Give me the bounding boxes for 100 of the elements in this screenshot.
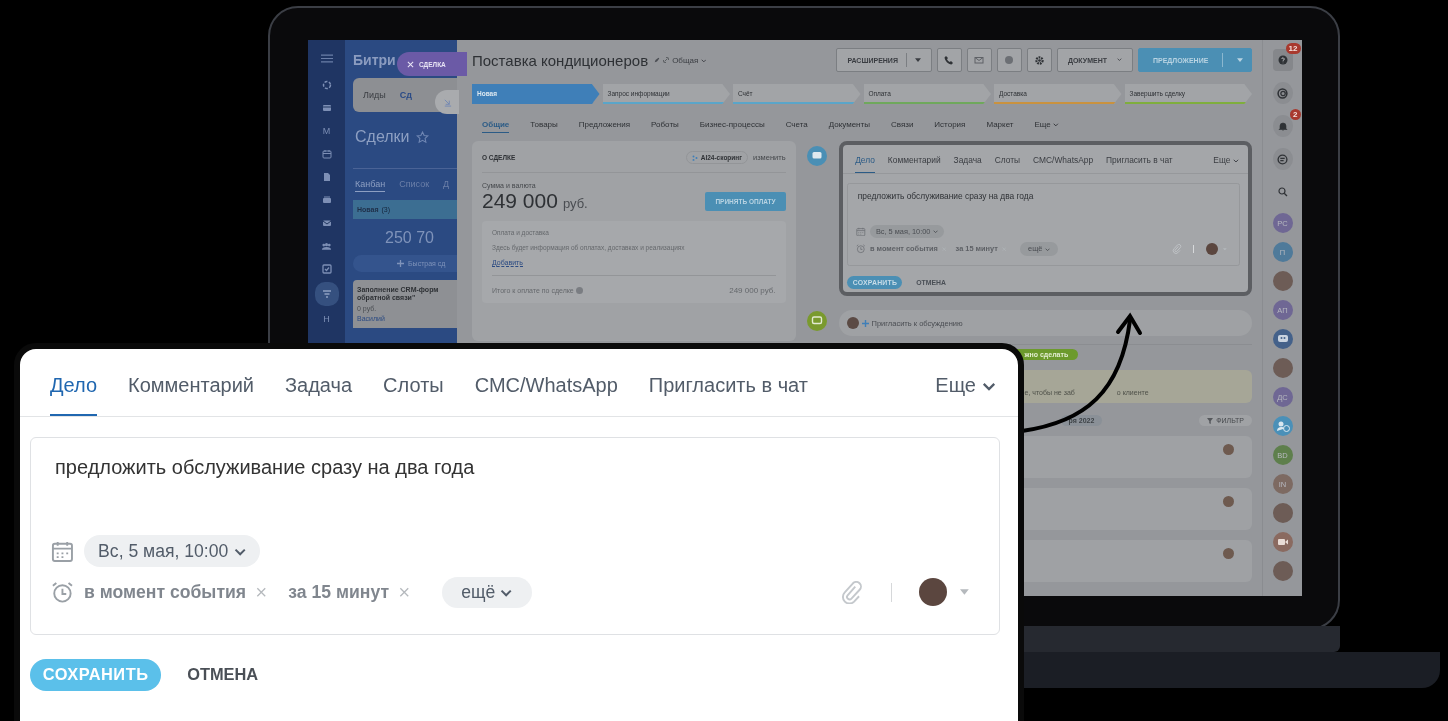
caret-icon [932,230,938,234]
user-avatar[interactable] [1205,242,1218,255]
editor-tab[interactable]: СМС/WhatsApp [474,374,618,416]
view-tab[interactable]: Канбан [355,179,386,192]
deal-tab[interactable]: Еще [1034,120,1059,133]
nav-item[interactable]: Н [314,309,339,329]
mail-icon [321,218,332,228]
nav-item[interactable]: М [314,121,339,141]
inbox-icon [321,195,332,205]
count-badge: 2 [1290,109,1301,120]
deal-tab[interactable]: Общие [482,120,510,133]
editor-tab[interactable]: Дело [50,374,98,416]
mail-icon [974,55,985,65]
deal-tab[interactable]: Связи [890,120,914,133]
paperclip-icon[interactable] [840,580,864,604]
plus-icon [397,260,404,267]
chat-icon [807,146,828,166]
calendar-icon [856,226,866,237]
group-chat-icon[interactable] [1272,329,1293,349]
menu-icon[interactable] [320,54,333,63]
activity-icon [321,80,332,90]
caret-icon[interactable] [1237,58,1243,62]
nodes-icon [691,154,698,161]
editor-tab[interactable]: Слоты [994,155,1021,174]
deal-tab[interactable]: Бизнес-процессы [699,120,765,133]
editor-tab[interactable]: Пригласить в чат [648,374,808,416]
caret-icon[interactable] [914,58,921,62]
filter-icon [321,289,332,299]
alarm-clock-icon [51,580,75,604]
comment-icon [807,311,828,331]
user-avatar [1223,496,1234,507]
deal-title: Поставка кондиционеров [472,51,649,69]
chat-icon [1277,153,1288,165]
close-icon[interactable] [407,60,414,68]
editor-tab[interactable]: Задача [285,374,353,416]
more-reminders-dropdown[interactable]: ещё [441,576,533,609]
link-icon[interactable] [663,57,670,63]
user-clock-icon[interactable] [1272,416,1293,436]
user-avatar [1223,548,1234,559]
editor-tab[interactable]: Пригласить в чат [1106,155,1173,174]
user-avatar [1223,444,1234,455]
pencil-icon[interactable] [654,57,661,63]
activity-text: предложить обслуживание сразу на два года [55,456,476,479]
deal-tab[interactable]: Счета [785,120,808,133]
editor-tab[interactable]: Еще [935,374,996,416]
people-icon [321,241,332,251]
editor-tab[interactable]: Слоты [383,374,444,416]
star-icon[interactable] [415,130,429,144]
calendar-icon [321,149,332,159]
deal-tab[interactable]: Маркет [986,120,1014,133]
editor-tab[interactable]: Комментарий [128,374,254,416]
remove-icon[interactable] [255,587,267,598]
nav-item[interactable] [314,282,339,306]
bell-icon [1277,121,1288,131]
editor-tab[interactable]: Еще [1213,155,1239,174]
deal-tab[interactable]: Документы [828,120,870,133]
section-tab[interactable]: Лиды [363,90,386,100]
editor-tab[interactable]: Комментарий [887,155,941,174]
remove-icon[interactable] [398,587,410,598]
settings-icon [1033,54,1045,66]
settings-button[interactable] [1026,48,1052,72]
phone-button[interactable] [936,48,962,72]
deal-tab[interactable]: Товары [530,120,558,133]
caret-icon [233,547,246,556]
activity-text: предложить обслуживание сразу на два года [857,191,1035,202]
card-icon [321,103,332,113]
app-logo-text: Битри [353,52,396,68]
deal-tab[interactable]: Роботы [651,120,679,133]
editor-tab[interactable]: Дело [855,155,875,174]
deal-tab[interactable]: История [934,120,966,133]
caret-icon [1053,123,1059,127]
reminder-tag: в момент события [84,581,247,603]
download-icon [442,97,452,107]
globe-button[interactable] [996,48,1022,72]
caret-icon [700,58,707,63]
user-avatar [846,317,859,329]
user-avatar[interactable] [918,578,947,607]
filter-icon [1207,417,1214,424]
spiral-icon [1277,87,1288,99]
column-sum: 250 70 [385,229,435,247]
activity-input[interactable]: предложить обслуживание сразу на два года Вс, 5 мая, 10:00 в момент события за 15 минут ещё [30,437,1000,635]
search-icon[interactable] [1277,187,1288,197]
editor-tab[interactable]: Задача [953,155,982,174]
section-tab[interactable]: Сд [399,90,412,100]
page-title: Сделки [355,128,410,146]
reminder-tag: за 15 минут [288,581,389,603]
cancel-button[interactable]: ОТМЕНА [181,664,265,686]
caret-icon [1232,158,1239,163]
collapse-button[interactable] [435,90,459,114]
notifications-button[interactable] [1272,115,1293,137]
caret-icon[interactable] [960,589,969,596]
chat-button[interactable] [1272,148,1293,170]
paperclip-icon[interactable] [1172,244,1182,254]
category-dropdown[interactable]: Общая [672,55,707,65]
date-selector[interactable]: Вс, 5 мая, 10:00 [84,535,260,567]
help-button[interactable] [1272,49,1293,71]
video-camera-icon[interactable] [1272,532,1293,552]
editor-tab[interactable]: СМС/WhatsApp [1033,155,1094,174]
deal-tab[interactable]: Предложения [578,120,631,133]
assistant-button[interactable] [1272,82,1293,104]
